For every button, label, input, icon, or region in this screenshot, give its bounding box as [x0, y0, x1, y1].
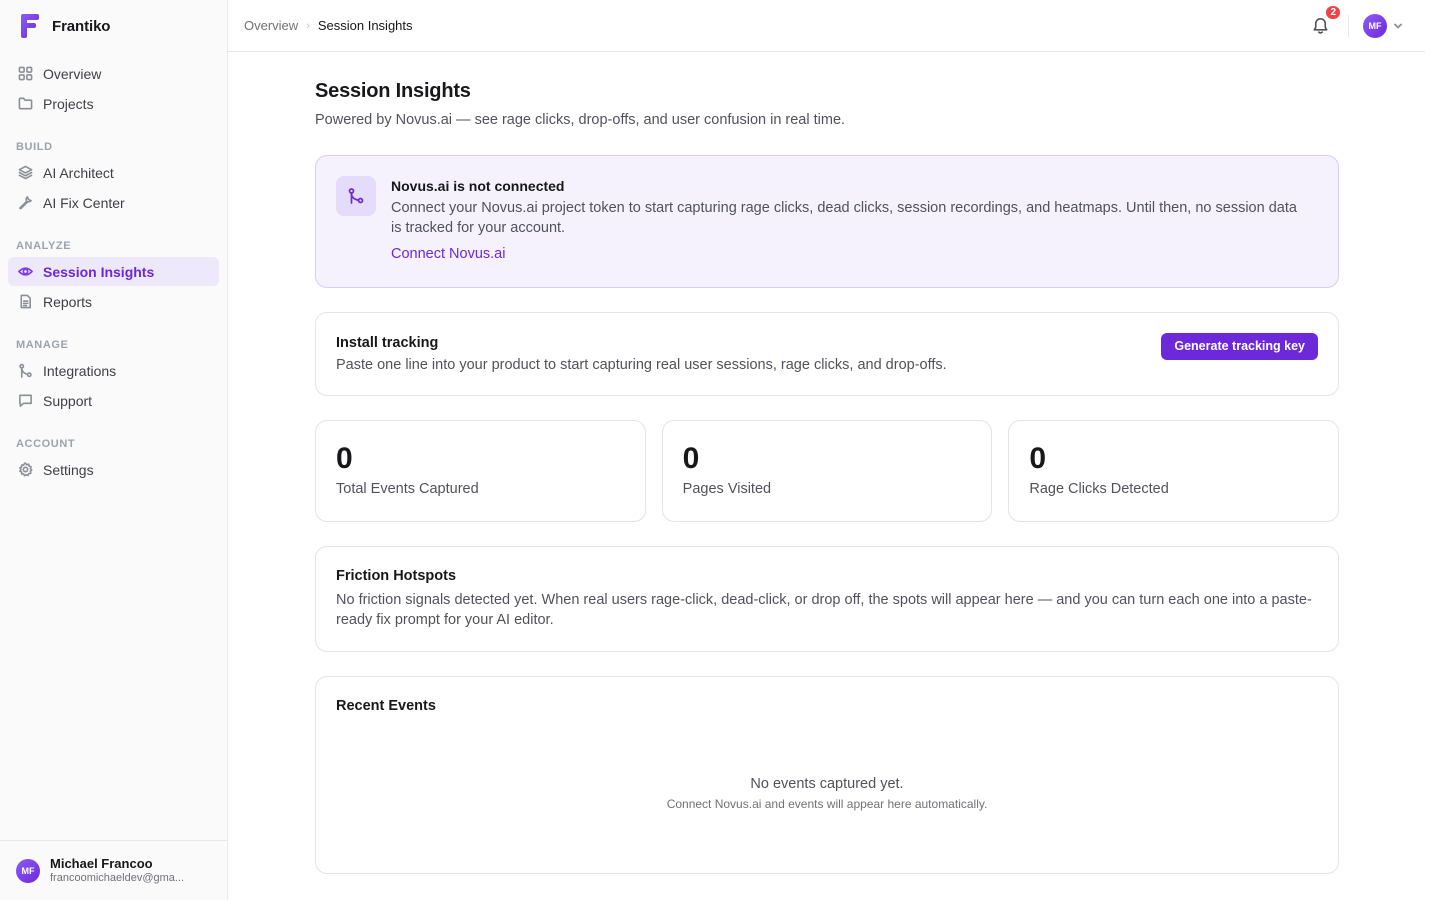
stat-card: 0 Rage Clicks Detected	[1008, 420, 1340, 522]
sidebar-item-integrations[interactable]: Integrations	[8, 356, 219, 385]
brand-logo-icon	[21, 14, 39, 38]
stat-label: Pages Visited	[682, 481, 772, 497]
stats-row: 0 Total Events Captured 0 Pages Visited …	[315, 420, 1340, 522]
sidebar-item-ai-architect[interactable]: AI Architect	[8, 158, 219, 187]
sidebar-item-label: Session Insights	[43, 263, 155, 280]
stat-card: 0 Pages Visited	[661, 420, 993, 522]
page-subtitle: Powered by Novus.ai — see rage clicks, d…	[315, 112, 846, 128]
brand[interactable]: Frantiko	[0, 0, 227, 52]
chat-icon	[19, 394, 32, 407]
avatar: MF	[16, 858, 40, 883]
sidebar-item-label: Overview	[43, 65, 102, 82]
sidebar-item-settings[interactable]: Settings	[8, 455, 219, 484]
layers-icon	[18, 165, 33, 180]
sidebar-item-support[interactable]: Support	[8, 386, 219, 415]
sidebar-item-label: Reports	[43, 293, 93, 310]
connection-alert: Novus.ai is not connected Connect your N…	[315, 155, 1339, 288]
sidebar-item-label: Support	[43, 392, 93, 409]
breadcrumb-current: Session Insights	[317, 18, 413, 33]
sidebar-item-ai-fix-center[interactable]: AI Fix Center	[8, 188, 219, 217]
stat-label: Rage Clicks Detected	[1029, 481, 1169, 497]
sidebar-item-label: Projects	[43, 95, 94, 112]
friction-title: Friction Hotspots	[336, 568, 457, 584]
sidebar: Frantiko Overview Projects BUILD AI Arch…	[0, 0, 228, 900]
friction-text: No friction signals detected yet. When r…	[336, 592, 1312, 628]
topbar-actions: 2 MF	[1308, 0, 1425, 52]
chevron-right-icon: ›	[306, 19, 310, 32]
sidebar-item-label: AI Fix Center	[43, 194, 125, 211]
stat-value: 0	[336, 442, 353, 475]
user-name: Michael Francoo	[50, 856, 153, 871]
avatar: MF	[1363, 13, 1387, 38]
install-tracking-card: Install tracking Paste one line into you…	[315, 312, 1339, 396]
friction-hotspots-card: Friction Hotspots No friction signals de…	[315, 546, 1339, 652]
alert-text: Connect your Novus.ai project token to s…	[391, 200, 1297, 236]
install-text: Paste one line into your product to star…	[336, 356, 947, 373]
breadcrumb-overview[interactable]: Overview	[244, 18, 298, 33]
grid-icon	[18, 66, 33, 81]
empty-state-subtitle: Connect Novus.ai and events will appear …	[666, 797, 988, 811]
empty-state-title: No events captured yet.	[750, 776, 904, 792]
sidebar-item-reports[interactable]: Reports	[8, 287, 219, 316]
nav-section-analyze: ANALYZE	[16, 240, 72, 252]
nav-section-account: ACCOUNT	[16, 438, 76, 450]
user-email: francoomichaeldev@gma...	[50, 872, 185, 884]
sidebar-item-projects[interactable]: Projects	[8, 89, 219, 118]
install-title: Install tracking	[336, 334, 439, 351]
notification-badge: 2	[1324, 3, 1342, 21]
stat-value: 0	[1029, 442, 1047, 475]
stat-card: 0 Total Events Captured	[315, 420, 646, 522]
git-merge-icon	[348, 188, 364, 204]
git-merge-icon	[19, 363, 32, 378]
alert-icon-box	[336, 176, 376, 216]
brand-name: Frantiko	[52, 17, 111, 35]
notifications-button[interactable]: 2	[1308, 3, 1342, 38]
generate-tracking-key-button[interactable]: Generate tracking key	[1161, 332, 1318, 360]
topbar: Overview › Session Insights 2 MF	[228, 0, 1425, 52]
nav-section-build: BUILD	[16, 141, 53, 153]
sidebar-item-label: AI Architect	[43, 164, 114, 181]
account-menu[interactable]: MF	[1363, 13, 1403, 38]
sidebar-item-session-insights[interactable]: Session Insights	[8, 257, 219, 286]
empty-state: No events captured yet. Connect Novus.ai…	[336, 774, 1318, 811]
recent-events-card: Recent Events No events captured yet. Co…	[315, 676, 1339, 874]
stat-value: 0	[682, 442, 700, 475]
sidebar-nav: Overview Projects BUILD AI Architect AI …	[0, 52, 227, 484]
document-icon	[20, 294, 31, 309]
gear-icon	[19, 462, 33, 477]
sidebar-item-label: Settings	[43, 461, 94, 478]
connect-novus-link[interactable]: Connect Novus.ai	[391, 246, 505, 262]
page-title: Session Insights	[315, 80, 471, 102]
breadcrumb: Overview › Session Insights	[244, 18, 413, 33]
recent-events-title: Recent Events	[336, 698, 436, 714]
divider	[1348, 14, 1349, 37]
folder-icon	[18, 97, 33, 110]
nav-section-manage: MANAGE	[16, 339, 69, 351]
alert-title: Novus.ai is not connected	[391, 178, 565, 194]
eye-icon	[18, 267, 33, 276]
chevron-down-icon	[1394, 23, 1402, 28]
main-content: Session Insights Powered by Novus.ai — s…	[315, 52, 1340, 874]
sidebar-item-label: Integrations	[43, 362, 117, 379]
wrench-icon	[19, 196, 32, 210]
stat-label: Total Events Captured	[336, 481, 479, 497]
sidebar-item-overview[interactable]: Overview	[8, 59, 219, 88]
user-profile[interactable]: MF Michael Francoo francoomichaeldev@gma…	[0, 840, 227, 900]
